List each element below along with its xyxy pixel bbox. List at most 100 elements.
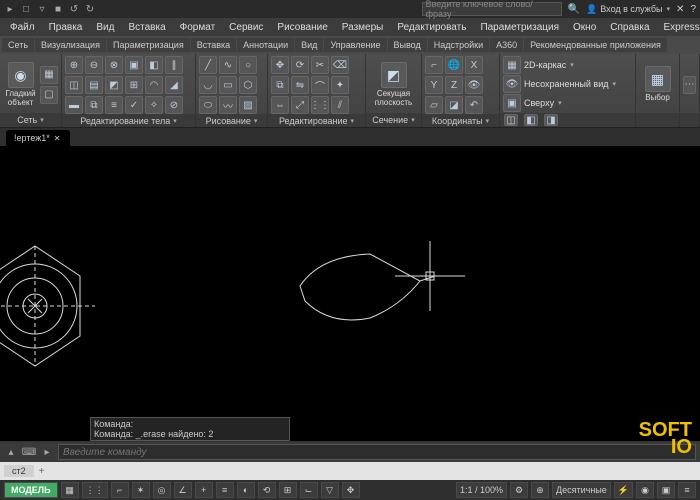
app-menu-icon[interactable]: ▸	[4, 3, 16, 15]
offset-icon[interactable]: ⫽	[331, 96, 349, 114]
ucs-face-icon[interactable]: ◪	[445, 96, 463, 114]
offset-edge-icon[interactable]: ≡	[105, 96, 123, 114]
line-icon[interactable]: ╱	[199, 56, 217, 74]
rotate-icon[interactable]: ⟳	[291, 56, 309, 74]
stretch-icon[interactable]: ⇔	[271, 96, 289, 114]
clean-screen-icon[interactable]: ▣	[657, 482, 675, 498]
exchange-icon[interactable]: ✕	[676, 4, 684, 15]
tab-featured[interactable]: Рекомендованные приложения	[524, 38, 667, 52]
qat-open-icon[interactable]: ▿	[36, 3, 48, 15]
vis-ex-icon-1[interactable]: ◫	[504, 114, 518, 126]
slice-icon[interactable]: ∥	[165, 56, 183, 74]
tab-output[interactable]: Вывод	[388, 38, 427, 52]
smooth-object-button[interactable]: ◉ Гладкий объект	[3, 56, 38, 113]
mesh-more-icon[interactable]: ▦	[40, 66, 58, 84]
close-icon[interactable]: ✕	[54, 134, 61, 143]
selection-button[interactable]: ▦ Выбор	[639, 56, 676, 113]
menu-file[interactable]: Файл	[4, 20, 41, 35]
panel-mesh-label[interactable]: Сеть▾	[0, 113, 61, 127]
thicken-icon[interactable]: ▤	[85, 76, 103, 94]
workspace-icon[interactable]: ⚙	[510, 482, 528, 498]
qat-redo-icon[interactable]: ↻	[84, 3, 96, 15]
explode-icon[interactable]: ✦	[331, 76, 349, 94]
ucs-icon[interactable]: ⌐	[425, 56, 443, 74]
search-icon[interactable]: 🔍	[568, 4, 580, 15]
panel-modify-label[interactable]: Редактирование▾	[268, 114, 365, 127]
cycling-icon[interactable]: ⟲	[258, 482, 276, 498]
move-icon[interactable]: ✥	[271, 56, 289, 74]
dyn-input-icon[interactable]: +	[195, 482, 213, 498]
intersect-icon[interactable]: ⊗	[105, 56, 123, 74]
model-space-button[interactable]: МОДЕЛЬ	[4, 482, 58, 498]
isolate-icon[interactable]: ◉	[636, 482, 654, 498]
vis-ex-icon-3[interactable]: ◨	[544, 114, 558, 126]
grid-toggle-icon[interactable]: ▦	[61, 482, 79, 498]
mesh-less-icon[interactable]: ▢	[40, 86, 58, 104]
panel-draw-label[interactable]: Рисование▾	[196, 114, 267, 127]
add-layout-icon[interactable]: +	[35, 464, 49, 478]
copy-edge-icon[interactable]: ⧉	[85, 96, 103, 114]
layout-tab[interactable]: ст2	[4, 465, 34, 477]
otrack-toggle-icon[interactable]: ∠	[174, 482, 192, 498]
subtract-icon[interactable]: ⊖	[85, 56, 103, 74]
panel-section-label[interactable]: Сечение▾	[366, 113, 421, 127]
arc-icon[interactable]: ◡	[199, 76, 217, 94]
rectangle-icon[interactable]: ▭	[219, 76, 237, 94]
ucs-object-icon[interactable]: ▱	[425, 96, 443, 114]
fillet-icon[interactable]: ⌒	[311, 76, 329, 94]
gizmo-icon[interactable]: ✥	[342, 482, 360, 498]
command-history-toggle-icon[interactable]: ▴	[4, 445, 18, 459]
ucs-z-icon[interactable]: Z	[445, 76, 463, 94]
filter-icon[interactable]: ▽	[321, 482, 339, 498]
visual-style-dropdown[interactable]: ▦ 2D-каркас▾	[503, 56, 632, 74]
scale-icon[interactable]: ⤢	[291, 96, 309, 114]
menu-express[interactable]: Express	[658, 20, 700, 35]
panel-solid-edit-label[interactable]: Редактирование тела▾	[62, 114, 195, 127]
saved-view-dropdown[interactable]: 👁 Несохраненный вид▾	[503, 75, 632, 93]
ucs-y-icon[interactable]: Y	[425, 76, 443, 94]
ucs-x-icon[interactable]: X	[465, 56, 483, 74]
menu-help[interactable]: Справка	[604, 20, 655, 35]
color-edge-icon[interactable]: ▬	[65, 96, 83, 114]
copy-icon[interactable]: ⧉	[271, 76, 289, 94]
view-direction-dropdown[interactable]: ▣ Сверху▾	[503, 94, 632, 112]
qat-new-icon[interactable]: □	[20, 3, 32, 15]
circle-icon[interactable]: ○	[239, 56, 257, 74]
menu-tools[interactable]: Сервис	[223, 20, 269, 35]
menu-draw[interactable]: Рисование	[271, 20, 333, 35]
tab-parametric[interactable]: Параметризация	[107, 38, 190, 52]
hatch-icon[interactable]: ▨	[239, 96, 257, 114]
ucs-world-icon[interactable]: 🌐	[445, 56, 463, 74]
tab-annotate[interactable]: Аннотации	[237, 38, 294, 52]
tab-visualize[interactable]: Визуализация	[35, 38, 106, 52]
menu-view[interactable]: Вид	[90, 20, 120, 35]
ortho-toggle-icon[interactable]: ⌐	[111, 482, 129, 498]
polygon-icon[interactable]: ⬡	[239, 76, 257, 94]
vis-ex-icon-2[interactable]: ◧	[524, 114, 538, 126]
ellipse-icon[interactable]: ⬭	[199, 96, 217, 114]
tab-insert[interactable]: Вставка	[191, 38, 236, 52]
menu-parametric[interactable]: Параметризация	[474, 20, 565, 35]
customize-icon[interactable]: ≡	[678, 482, 696, 498]
3dosnap-icon[interactable]: ⊞	[279, 482, 297, 498]
snap-toggle-icon[interactable]: ⋮⋮	[82, 482, 108, 498]
imprint-icon[interactable]: ◩	[105, 76, 123, 94]
menu-format[interactable]: Формат	[174, 20, 222, 35]
erase-icon[interactable]: ⌫	[331, 56, 349, 74]
extrude-face-icon[interactable]: ▣	[125, 56, 143, 74]
lineweight-icon[interactable]: ≡	[216, 482, 234, 498]
tab-mesh[interactable]: Сеть	[2, 38, 34, 52]
mirror-icon[interactable]: ⇋	[291, 76, 309, 94]
taper-icon[interactable]: ◧	[145, 56, 163, 74]
tab-a360[interactable]: A360	[490, 38, 523, 52]
menu-modify[interactable]: Редактировать	[391, 20, 472, 35]
menu-dimension[interactable]: Размеры	[336, 20, 390, 35]
units-button[interactable]: Десятичные	[552, 482, 611, 498]
menu-insert[interactable]: Вставка	[122, 20, 171, 35]
separate-icon[interactable]: ⊞	[125, 76, 143, 94]
clean-icon[interactable]: ✧	[145, 96, 163, 114]
panel-coords-label[interactable]: Координаты▾	[422, 114, 499, 127]
sign-in-button[interactable]: 👤 Вход в службы ▾	[586, 4, 670, 15]
drawing-canvas[interactable]: Команда: Команда: _.erase найдено: 2	[0, 146, 700, 442]
tab-view[interactable]: Вид	[295, 38, 323, 52]
